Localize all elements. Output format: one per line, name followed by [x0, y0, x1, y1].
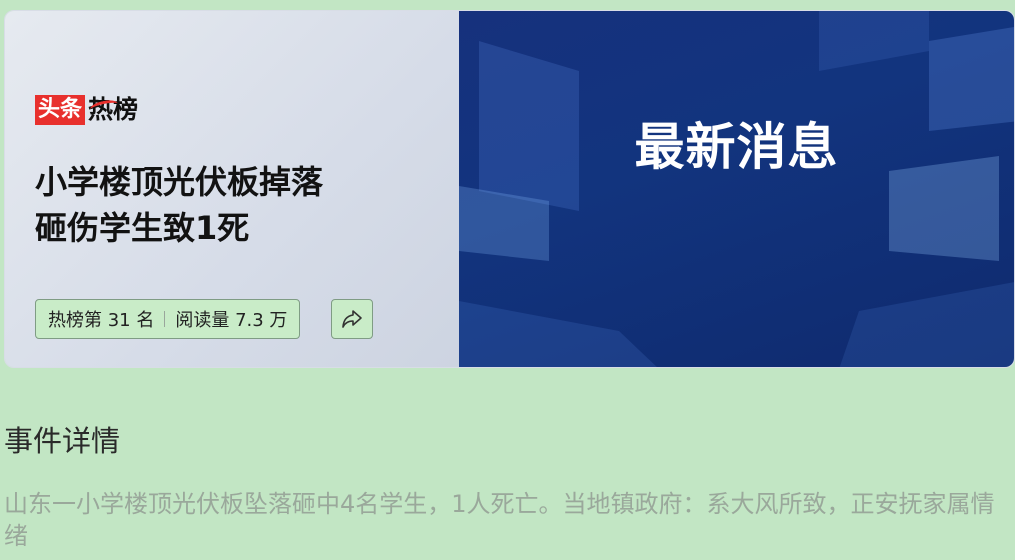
stats-divider — [164, 311, 166, 327]
section-title: 事件详情 — [4, 424, 121, 458]
event-description: 山东一小学楼顶光伏板坠落砸中4名学生，1人死亡。当地镇政府：系大风所致，正安抚家… — [4, 490, 995, 550]
headline-line-1: 小学楼顶光伏板掉落 — [35, 163, 324, 201]
share-button[interactable] — [331, 299, 373, 339]
headline[interactable]: 小学楼顶光伏板掉落 砸伤学生致1死 — [35, 159, 435, 251]
toutiao-hot-list-logo: 头条 热榜 — [35, 95, 138, 125]
headline-line-2: 砸伤学生致1死 — [35, 209, 250, 247]
news-image: 最新消息 — [459, 11, 1014, 367]
background-panels — [459, 11, 1014, 367]
rank-text: 热榜第 31 名 — [48, 310, 155, 331]
stats-badge: 热榜第 31 名 阅读量 7.3 万 — [35, 299, 301, 339]
reads-text: 阅读量 7.3 万 — [175, 310, 288, 331]
brand-hot-label: 热榜 — [88, 95, 138, 125]
card-text-area: 头条 热榜 小学楼顶光伏板掉落 砸伤学生致1死 热榜第 31 名 阅读量 7.3… — [5, 11, 459, 367]
brand-box-label: 头条 — [35, 95, 86, 125]
hot-list-card[interactable]: 头条 热榜 小学楼顶光伏板掉落 砸伤学生致1死 热榜第 31 名 阅读量 7.3… — [4, 10, 1015, 368]
share-icon — [342, 310, 362, 328]
news-image-title: 最新消息 — [634, 118, 839, 176]
